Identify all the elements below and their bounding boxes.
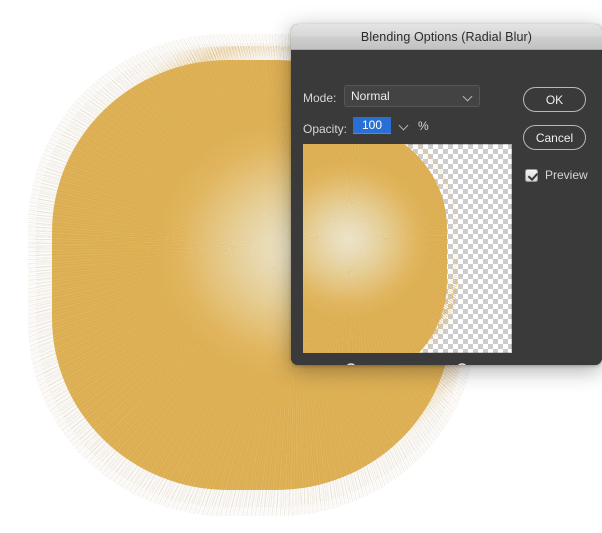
opacity-input[interactable]: 100 [353, 117, 392, 134]
zoom-level-label: 100% [391, 363, 425, 365]
cancel-button[interactable]: Cancel [523, 125, 586, 150]
preview-checkbox-label: Preview [545, 168, 588, 182]
preview-thumbnail[interactable] [303, 144, 512, 353]
mode-dropdown[interactable]: Normal [344, 85, 480, 107]
mode-label: Mode: [303, 91, 337, 105]
ok-button[interactable]: OK [523, 87, 586, 112]
dialog-title: Blending Options (Radial Blur) [360, 29, 533, 44]
dialog-body: Mode: Normal Opacity: 100 % OK Cancel Pr… [291, 50, 602, 365]
chevron-down-icon [464, 92, 473, 101]
dialog-titlebar[interactable]: Blending Options (Radial Blur) [291, 24, 602, 50]
opacity-label: Opacity: [303, 122, 348, 136]
magnifier-plus-icon[interactable] [455, 362, 472, 365]
opacity-unit-label: % [418, 118, 429, 133]
blending-options-dialog: Blending Options (Radial Blur) Mode: Nor… [291, 24, 602, 365]
zoom-controls: 100% [303, 358, 512, 365]
preview-checkbox-row[interactable]: Preview [525, 168, 588, 182]
preview-fur-artwork [303, 144, 457, 353]
opacity-field-group[interactable]: 100 % [353, 117, 429, 134]
preview-checkbox[interactable] [525, 168, 538, 182]
mode-dropdown-value: Normal [351, 89, 390, 103]
magnifier-minus-icon[interactable] [344, 362, 361, 365]
chevron-down-icon[interactable] [400, 121, 409, 130]
